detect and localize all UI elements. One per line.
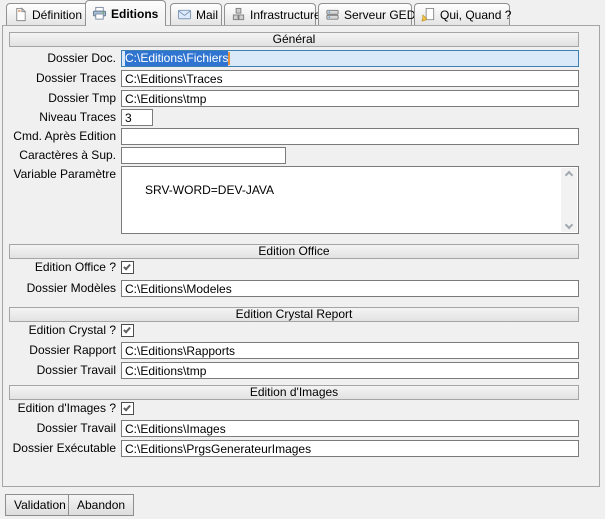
dossier-tmp-input[interactable] xyxy=(121,90,579,107)
checkmark-icon xyxy=(123,326,131,334)
dossier-travail-images-label: Dossier Travail xyxy=(3,420,116,437)
dossier-traces-label: Dossier Traces xyxy=(3,70,116,87)
abandon-button[interactable]: Abandon xyxy=(68,494,134,516)
section-header-images: Edition d'Images xyxy=(9,385,579,400)
dossier-doc-selected-text: C:\Editions\Fichiers xyxy=(125,51,228,66)
tab-editions[interactable]: Editions xyxy=(85,0,166,26)
tab-mail[interactable]: Mail xyxy=(170,3,222,25)
tab-mail-label: Mail xyxy=(196,8,218,22)
edition-crystal-label: Edition Crystal ? xyxy=(3,322,116,339)
tab-infrastructure-label: Infrastructure xyxy=(250,8,321,22)
tab-qui-quand[interactable]: Qui, Quand ? xyxy=(414,3,510,25)
dossier-traces-input[interactable] xyxy=(121,70,579,87)
variable-parametre-text: SRV-WORD=DEV-JAVA xyxy=(145,183,274,197)
section-title-crystal: Edition Crystal Report xyxy=(236,307,353,321)
textarea-scrollbar[interactable] xyxy=(561,168,577,232)
tab-qui-quand-label: Qui, Quand ? xyxy=(440,8,511,22)
tab-serveur-ged[interactable]: Serveur GED xyxy=(318,3,412,25)
dossier-tmp-label: Dossier Tmp xyxy=(3,90,116,107)
text-caret xyxy=(228,52,230,65)
caracteres-a-sup-input[interactable] xyxy=(121,147,286,164)
checkmark-icon xyxy=(123,263,131,271)
niveau-traces-input[interactable] xyxy=(121,109,153,126)
edit-document-icon xyxy=(421,7,436,22)
server-icon xyxy=(325,7,340,22)
envelope-icon xyxy=(177,7,192,22)
scroll-up-icon[interactable] xyxy=(565,171,573,179)
edition-office-checkbox[interactable] xyxy=(121,261,134,274)
cmd-apres-edition-label: Cmd. Après Edition xyxy=(3,128,116,145)
variable-parametre-label: Variable Paramètre xyxy=(3,166,116,183)
caracteres-a-sup-label: Caractères à Sup. xyxy=(3,147,116,164)
tab-definition[interactable]: Définition xyxy=(6,3,88,25)
edition-images-checkbox[interactable] xyxy=(121,402,134,415)
edition-office-label: Edition Office ? xyxy=(3,259,116,276)
editions-tab-page: Général Dossier Doc. C:\Editions\Fichier… xyxy=(2,25,600,487)
checkmark-icon xyxy=(123,404,131,412)
variable-parametre-textarea[interactable]: SRV-WORD=DEV-JAVA xyxy=(121,166,579,234)
edition-images-label: Edition d'Images ? xyxy=(3,400,116,417)
blocks-icon xyxy=(231,7,246,22)
section-title-general: Général xyxy=(273,32,316,46)
dossier-travail-crystal-input[interactable] xyxy=(121,362,579,379)
dossier-travail-images-input[interactable] xyxy=(121,420,579,437)
dossier-rapport-label: Dossier Rapport xyxy=(3,342,116,359)
tab-definition-label: Définition xyxy=(32,8,82,22)
editions-settings-window: Définition Editions Mail Infrastructure … xyxy=(0,0,605,519)
dossier-modeles-input[interactable] xyxy=(121,280,579,297)
tab-serveur-ged-label: Serveur GED xyxy=(344,8,415,22)
dossier-doc-label: Dossier Doc. xyxy=(3,50,116,67)
cmd-apres-edition-input[interactable] xyxy=(121,128,579,145)
section-title-office: Edition Office xyxy=(258,244,329,258)
dossier-rapport-input[interactable] xyxy=(121,342,579,359)
dossier-modeles-label: Dossier Modèles xyxy=(3,280,116,297)
printer-icon xyxy=(92,6,107,21)
section-header-office: Edition Office xyxy=(9,244,579,259)
document-icon xyxy=(13,7,28,22)
tab-editions-label: Editions xyxy=(111,7,158,21)
dossier-executable-input[interactable] xyxy=(121,440,579,457)
validation-button[interactable]: Validation xyxy=(5,494,75,516)
edition-crystal-checkbox[interactable] xyxy=(121,324,134,337)
scroll-down-icon[interactable] xyxy=(565,221,573,229)
section-header-crystal: Edition Crystal Report xyxy=(9,307,579,322)
dossier-executable-label: Dossier Exécutable xyxy=(3,440,116,457)
tab-infrastructure[interactable]: Infrastructure xyxy=(224,3,316,25)
dossier-travail-crystal-label: Dossier Travail xyxy=(3,362,116,379)
niveau-traces-label: Niveau Traces xyxy=(3,109,116,126)
section-title-images: Edition d'Images xyxy=(250,385,338,399)
section-header-general: Général xyxy=(9,32,579,47)
dossier-doc-input[interactable]: C:\Editions\Fichiers xyxy=(121,50,579,67)
